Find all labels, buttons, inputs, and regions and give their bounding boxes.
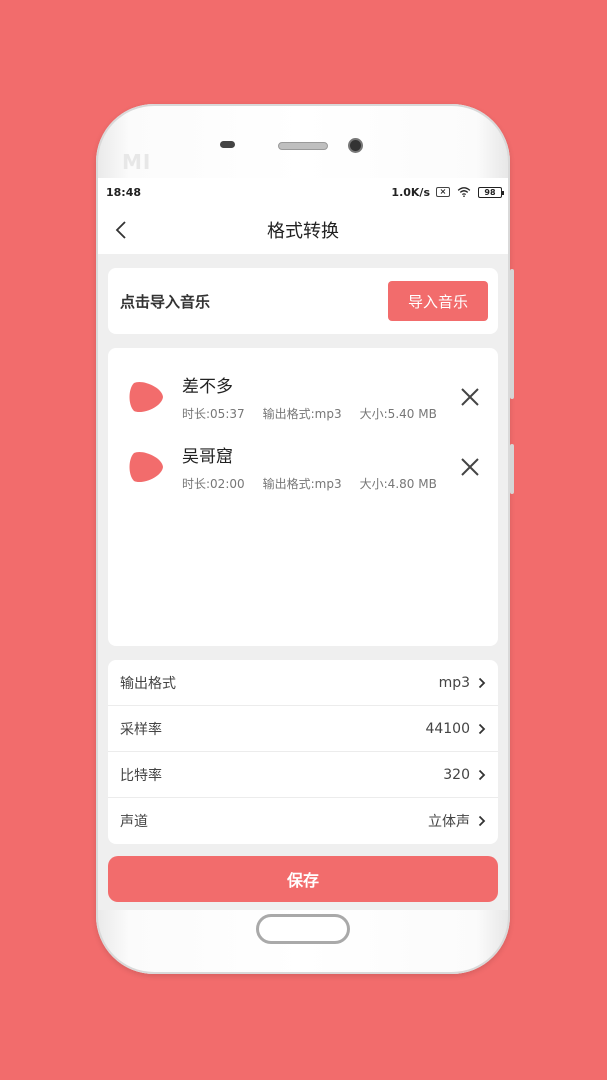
- save-button[interactable]: 保存: [108, 856, 498, 902]
- back-arrow-icon[interactable]: [112, 220, 132, 240]
- setting-label: 声道: [120, 814, 148, 830]
- chevron-right-icon: [478, 815, 486, 827]
- song-meta: 时长:02:00 输出格式:mp3 大小:4.80 MB: [182, 475, 437, 492]
- settings-card: 输出格式 mp3 采样率 44100 比特率 320 声道 立体声: [108, 660, 498, 844]
- song-info: 差不多 时长:05:37 输出格式:mp3 大小:5.40 MB: [182, 372, 437, 422]
- setting-label: 比特率: [120, 767, 162, 784]
- earpiece-speaker: [278, 142, 328, 150]
- close-icon[interactable]: [460, 457, 480, 477]
- setting-output-format[interactable]: 输出格式 mp3: [108, 660, 498, 706]
- status-time: 18:48: [106, 185, 142, 199]
- chevron-right-icon: [478, 723, 486, 734]
- setting-value-group: 44100: [425, 721, 486, 737]
- setting-value: mp3: [438, 674, 470, 691]
- status-bar: 18:48 1.0K/s × 98: [98, 178, 508, 206]
- status-icons: 1.0K/s × 98: [391, 185, 504, 199]
- import-music-button[interactable]: 导入音乐: [388, 281, 488, 321]
- import-label: 点击导入音乐: [120, 292, 211, 311]
- import-card: 点击导入音乐 导入音乐: [108, 268, 498, 334]
- setting-value-group: 立体声: [428, 811, 486, 831]
- song-duration: 时长:05:37: [182, 407, 245, 421]
- song-size: 大小:4.80 MB: [359, 477, 437, 491]
- phone-frame: MI 18:48 1.0K/s × 98 格式转换 点击导入音乐 导入音乐 差不…: [96, 104, 514, 974]
- song-size: 大小:5.40 MB: [359, 407, 437, 421]
- song-info: 吴哥窟 时长:02:00 输出格式:mp3 大小:4.80 MB: [182, 442, 437, 492]
- setting-label: 采样率: [120, 721, 162, 738]
- setting-channel[interactable]: 声道 立体声: [108, 798, 498, 844]
- volume-button: [510, 269, 514, 399]
- list-item[interactable]: 吴哥窟 时长:02:00 输出格式:mp3 大小:4.80 MB: [108, 432, 498, 502]
- song-list: 差不多 时长:05:37 输出格式:mp3 大小:5.40 MB 吴哥窟 时长:…: [108, 348, 498, 646]
- setting-value-group: 320: [443, 767, 486, 783]
- song-meta: 时长:05:37 输出格式:mp3 大小:5.40 MB: [182, 405, 437, 422]
- list-item[interactable]: 差不多 时长:05:37 输出格式:mp3 大小:5.40 MB: [108, 362, 498, 432]
- home-button: [256, 914, 350, 944]
- power-button: [510, 444, 514, 494]
- app-screen: 18:48 1.0K/s × 98 格式转换 点击导入音乐 导入音乐 差不多 时…: [98, 178, 508, 910]
- sim-disabled-icon: ×: [436, 187, 450, 197]
- song-name: 差不多: [182, 377, 233, 397]
- chevron-right-icon: [478, 769, 486, 780]
- setting-bitrate[interactable]: 比特率 320: [108, 752, 498, 798]
- proximity-sensor: [220, 141, 235, 148]
- close-icon[interactable]: [460, 387, 480, 407]
- brand-logo: MI: [122, 150, 152, 174]
- setting-label: 输出格式: [120, 675, 176, 692]
- song-duration: 时长:02:00: [182, 477, 245, 491]
- setting-value: 320: [443, 766, 470, 783]
- nav-bar: 格式转换: [98, 206, 508, 254]
- song-format: 输出格式:mp3: [262, 477, 342, 491]
- music-pick-icon: [129, 381, 163, 413]
- wifi-icon: [457, 187, 471, 197]
- setting-value-group: mp3: [439, 675, 486, 691]
- music-pick-icon: [129, 451, 163, 483]
- song-name: 吴哥窟: [182, 447, 233, 467]
- battery-icon: 98: [478, 186, 504, 198]
- setting-sample-rate[interactable]: 采样率 44100: [108, 706, 498, 752]
- network-speed: 1.0K/s: [391, 185, 430, 199]
- song-format: 输出格式:mp3: [262, 407, 342, 421]
- chevron-right-icon: [478, 677, 486, 688]
- front-camera: [348, 138, 363, 153]
- page-title: 格式转换: [267, 221, 339, 242]
- setting-value: 立体声: [428, 814, 470, 830]
- setting-value: 44100: [425, 720, 470, 737]
